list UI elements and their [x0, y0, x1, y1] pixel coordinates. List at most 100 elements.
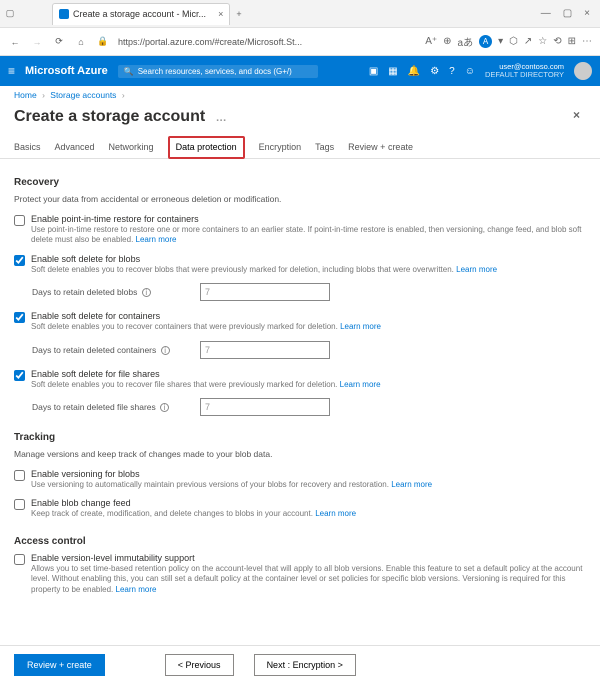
desc-versioning: Use versioning to automatically maintain… [31, 480, 586, 490]
checkbox-soft-containers[interactable] [14, 312, 25, 323]
search-icon: 🔍 [124, 67, 134, 76]
profile-badge-icon[interactable]: A [479, 35, 492, 48]
row-days-files: Days to retain deleted file shares i [32, 398, 586, 416]
desc-soft-containers: Soft delete enables you to recover conta… [31, 322, 586, 332]
info-icon[interactable]: i [142, 288, 151, 297]
label-soft-containers: Enable soft delete for containers [31, 311, 586, 321]
content-area: Recovery Protect your data from accident… [0, 159, 600, 645]
option-soft-containers: Enable soft delete for containers Soft d… [14, 311, 586, 332]
extension-icon[interactable]: ⬡ [509, 36, 518, 47]
window-maximize-icon[interactable]: ▢ [563, 8, 572, 19]
row-days-containers: Days to retain deleted containers i [32, 341, 586, 359]
feedback-icon[interactable]: ☺ [465, 66, 475, 77]
translate-icon[interactable]: aあ [458, 34, 474, 49]
directory-icon[interactable]: ▦ [388, 66, 397, 77]
desc-immutability: Allows you to set time-based retention p… [31, 564, 586, 595]
learn-more-pitr[interactable]: Learn more [136, 235, 177, 244]
learn-more-soft-containers[interactable]: Learn more [340, 322, 381, 331]
crumb-storage-accounts[interactable]: Storage accounts [50, 90, 116, 100]
tab-data-protection[interactable]: Data protection [168, 136, 245, 159]
window-close-icon[interactable]: × [584, 8, 590, 19]
tab-review[interactable]: Review + create [348, 136, 413, 158]
reading-view-icon[interactable]: A⁺ [425, 36, 437, 47]
option-immutability: Enable version-level immutability suppor… [14, 553, 586, 595]
refresh-icon[interactable]: ⟳ [52, 36, 66, 47]
notifications-icon[interactable]: 🔔 [408, 66, 420, 77]
wizard-footer: Review + create < Previous Next : Encryp… [0, 645, 600, 684]
favorite-icon[interactable]: ☆ [538, 36, 547, 47]
next-button[interactable]: Next : Encryption > [254, 654, 356, 676]
addon-icon[interactable]: ⊞ [568, 36, 576, 47]
input-days-files[interactable] [200, 398, 330, 416]
section-tracking-heading: Tracking [14, 432, 586, 443]
learn-more-change-feed[interactable]: Learn more [315, 509, 356, 518]
option-soft-blobs: Enable soft delete for blobs Soft delete… [14, 254, 586, 275]
cloudshell-icon[interactable]: ▣ [369, 66, 378, 77]
label-soft-files: Enable soft delete for file shares [31, 369, 586, 379]
back-icon[interactable]: ← [8, 37, 22, 47]
label-days-blobs: Days to retain deleted blobs i [32, 287, 192, 297]
tab-networking[interactable]: Networking [109, 136, 154, 158]
window-minimize-icon[interactable]: — [541, 8, 551, 19]
section-tracking-intro: Manage versions and keep track of change… [14, 449, 586, 459]
brand-label[interactable]: Microsoft Azure [25, 65, 108, 77]
checkbox-pitr[interactable] [14, 215, 25, 226]
desc-pitr: Use point-in-time restore to restore one… [31, 225, 586, 246]
option-change-feed: Enable blob change feed Keep track of cr… [14, 498, 586, 519]
previous-button[interactable]: < Previous [165, 654, 234, 676]
checkbox-soft-files[interactable] [14, 370, 25, 381]
sync-icon[interactable]: ⟲ [553, 36, 561, 47]
settings-icon[interactable]: ⚙ [430, 66, 439, 77]
input-days-blobs[interactable] [200, 283, 330, 301]
azure-search-placeholder: Search resources, services, and docs (G+… [138, 67, 292, 76]
checkbox-soft-blobs[interactable] [14, 255, 25, 266]
section-recovery-heading: Recovery [14, 177, 586, 188]
browser-tab-title: Create a storage account - Micr... [73, 9, 206, 19]
url-input[interactable] [118, 37, 417, 47]
avatar[interactable] [574, 62, 592, 80]
user-account[interactable]: user@contoso.com DEFAULT DIRECTORY [485, 63, 564, 80]
window-titlebar: ▢ Create a storage account - Micr... × +… [0, 0, 600, 28]
review-create-button[interactable]: Review + create [14, 654, 105, 676]
tab-tags[interactable]: Tags [315, 136, 334, 158]
checkbox-immutability[interactable] [14, 554, 25, 565]
menu-icon[interactable]: ⋯ [582, 36, 592, 47]
info-icon[interactable]: i [160, 403, 169, 412]
browser-tab[interactable]: Create a storage account - Micr... × [52, 3, 230, 25]
row-days-blobs: Days to retain deleted blobs i [32, 283, 586, 301]
checkbox-versioning[interactable] [14, 470, 25, 481]
tab-advanced[interactable]: Advanced [55, 136, 95, 158]
shopping-icon[interactable]: ▾ [498, 36, 503, 47]
desc-soft-files: Soft delete enables you to recover file … [31, 380, 586, 390]
label-soft-blobs: Enable soft delete for blobs [31, 254, 586, 264]
close-tab-icon[interactable]: × [218, 9, 223, 19]
help-icon[interactable]: ? [449, 66, 455, 77]
learn-more-soft-blobs[interactable]: Learn more [456, 265, 497, 274]
browser-address-bar: ← → ⟳ ⌂ 🔒 A⁺ ⊕ aあ A ▾ ⬡ ↗ ☆ ⟲ ⊞ ⋯ [0, 28, 600, 56]
label-immutability: Enable version-level immutability suppor… [31, 553, 586, 563]
crumb-home[interactable]: Home [14, 90, 37, 100]
learn-more-immutability[interactable]: Learn more [116, 585, 157, 594]
page-title: Create a storage account [14, 108, 205, 125]
new-tab-button[interactable]: + [236, 9, 241, 19]
collections-icon[interactable]: ↗ [524, 36, 532, 47]
close-blade-icon[interactable]: × [573, 108, 580, 122]
desc-change-feed: Keep track of create, modification, and … [31, 509, 586, 519]
info-icon[interactable]: i [161, 346, 170, 355]
breadcrumb: Home › Storage accounts › [0, 86, 600, 104]
home-icon[interactable]: ⌂ [74, 37, 88, 47]
learn-more-soft-files[interactable]: Learn more [340, 380, 381, 389]
learn-more-versioning[interactable]: Learn more [391, 480, 432, 489]
tab-encryption[interactable]: Encryption [259, 136, 302, 158]
more-actions-icon[interactable]: … [216, 112, 227, 124]
azure-search[interactable]: 🔍 Search resources, services, and docs (… [118, 65, 318, 78]
search-small-icon[interactable]: ⊕ [443, 36, 451, 47]
tab-basics[interactable]: Basics [14, 136, 41, 158]
label-pitr: Enable point-in-time restore for contain… [31, 214, 586, 224]
option-pitr: Enable point-in-time restore for contain… [14, 214, 586, 246]
checkbox-change-feed[interactable] [14, 499, 25, 510]
input-days-containers[interactable] [200, 341, 330, 359]
hamburger-icon[interactable]: ≡ [8, 64, 15, 78]
option-versioning: Enable versioning for blobs Use versioni… [14, 469, 586, 490]
forward-icon[interactable]: → [30, 37, 44, 47]
